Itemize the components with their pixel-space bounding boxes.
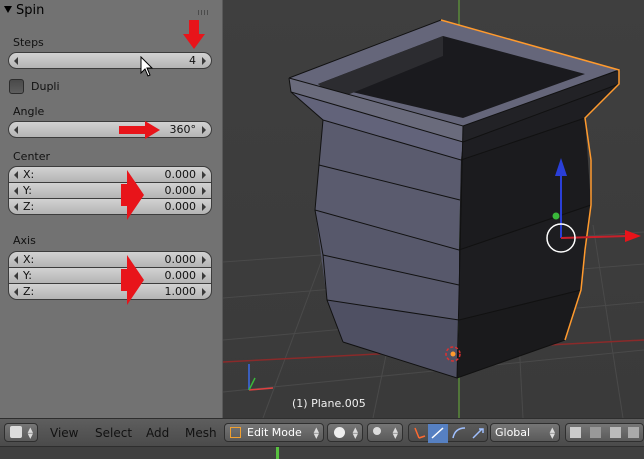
increment-arrow-icon[interactable] bbox=[202, 126, 206, 134]
chevron-updown-icon: ▲ ▼ bbox=[352, 426, 358, 440]
manipulator-buttons[interactable] bbox=[408, 423, 488, 443]
axis-x-field[interactable]: X: 0.000 bbox=[8, 251, 212, 268]
mode-dropdown[interactable]: Edit Mode ▲ ▼ bbox=[224, 423, 324, 442]
decrement-arrow-icon[interactable] bbox=[14, 288, 18, 296]
center-z-value: 0.000 bbox=[164, 200, 197, 213]
center-fields: X: 0.000 Y: 0.000 Z: 0.000 bbox=[8, 166, 212, 215]
panel-header[interactable]: Spin bbox=[4, 3, 44, 21]
center-x-field[interactable]: X: 0.000 bbox=[8, 166, 212, 183]
axis-z-field[interactable]: Z: 1.000 bbox=[8, 283, 212, 300]
angle-label: Angle bbox=[13, 105, 45, 118]
decrement-arrow-icon[interactable] bbox=[14, 126, 18, 134]
increment-arrow-icon[interactable] bbox=[202, 57, 206, 65]
increment-arrow-icon[interactable] bbox=[202, 272, 206, 280]
editor-type-button[interactable]: ▲ ▼ bbox=[4, 423, 38, 442]
increment-arrow-icon[interactable] bbox=[202, 203, 206, 211]
panel-title: Spin bbox=[16, 3, 45, 18]
add-menu[interactable]: Add bbox=[146, 426, 169, 440]
dupli-checkbox[interactable] bbox=[9, 79, 24, 94]
center-label: Center bbox=[13, 150, 51, 163]
annotation-right-arrow-icon bbox=[119, 121, 160, 139]
axis-fields: X: 0.000 Y: 0.000 Z: 1.000 bbox=[8, 251, 212, 300]
select-menu[interactable]: Select bbox=[95, 426, 132, 440]
decrement-arrow-icon[interactable] bbox=[14, 203, 18, 211]
chevron-updown-icon: ▲ ▼ bbox=[392, 426, 398, 440]
edge-select-icon[interactable] bbox=[590, 427, 601, 438]
angle-field[interactable]: 360° bbox=[8, 121, 212, 138]
orientation-label: Global bbox=[495, 426, 531, 439]
dupli-label: Dupli bbox=[31, 80, 60, 93]
increment-arrow-icon[interactable] bbox=[202, 187, 206, 195]
vertex-select-icon[interactable] bbox=[570, 427, 581, 438]
drag-grip-icon[interactable] bbox=[198, 10, 210, 15]
axis-z-value: 1.000 bbox=[164, 285, 197, 298]
mouse-cursor-icon bbox=[140, 56, 154, 77]
orientation-dropdown[interactable]: Global ▲ ▼ bbox=[490, 423, 560, 442]
decrement-arrow-icon[interactable] bbox=[14, 256, 18, 264]
axis-y-label: Y: bbox=[23, 269, 32, 282]
shading-dropdown[interactable]: ▲ ▼ bbox=[327, 423, 363, 442]
current-frame-marker[interactable] bbox=[276, 447, 279, 459]
axis-y-value: 0.000 bbox=[164, 269, 197, 282]
manipulator-icons bbox=[414, 424, 484, 443]
edit-mode-icon bbox=[230, 427, 241, 438]
axis-z-label: Z: bbox=[23, 285, 35, 298]
sphere-icon bbox=[334, 427, 345, 438]
object-label: (1) Plane.005 bbox=[292, 397, 366, 410]
occlude-geometry-icon[interactable] bbox=[628, 427, 639, 438]
axis-y-field[interactable]: Y: 0.000 bbox=[8, 267, 212, 284]
chevron-updown-icon: ▲ ▼ bbox=[549, 426, 555, 440]
chevron-updown-icon: ▲ ▼ bbox=[27, 426, 33, 440]
center-y-label: Y: bbox=[23, 184, 32, 197]
viewport-scene bbox=[223, 0, 644, 418]
axis-x-value: 0.000 bbox=[164, 253, 197, 266]
cube-icon bbox=[10, 426, 22, 438]
axis-x-label: X: bbox=[23, 253, 35, 266]
mesh-menu[interactable]: Mesh bbox=[185, 426, 217, 440]
pivot-icon bbox=[373, 427, 381, 435]
center-y-value: 0.000 bbox=[164, 184, 197, 197]
steps-field[interactable]: 4 bbox=[8, 52, 212, 69]
decrement-arrow-icon[interactable] bbox=[14, 57, 18, 65]
chevron-updown-icon: ▲ ▼ bbox=[313, 426, 319, 440]
center-z-field[interactable]: Z: 0.000 bbox=[8, 198, 212, 215]
angle-value: 360° bbox=[169, 123, 197, 136]
center-y-field[interactable]: Y: 0.000 bbox=[8, 182, 212, 199]
center-z-label: Z: bbox=[23, 200, 35, 213]
annotation-down-arrow-icon bbox=[183, 20, 205, 49]
steps-value: 4 bbox=[189, 54, 196, 67]
viewport-header: ▲ ▼ View Select Add Mesh Edit Mode ▲ ▼ ▲ ▼ … bbox=[0, 418, 644, 446]
increment-arrow-icon[interactable] bbox=[202, 171, 206, 179]
center-x-label: X: bbox=[23, 168, 35, 181]
decrement-arrow-icon[interactable] bbox=[14, 187, 18, 195]
steps-label: Steps bbox=[13, 36, 44, 49]
vase-mesh bbox=[288, 19, 621, 379]
mode-label: Edit Mode bbox=[247, 426, 302, 439]
view-menu[interactable]: View bbox=[50, 426, 78, 440]
increment-arrow-icon[interactable] bbox=[202, 256, 206, 264]
layer-buttons[interactable] bbox=[565, 423, 644, 442]
center-x-value: 0.000 bbox=[164, 168, 197, 181]
timeline-strip[interactable] bbox=[0, 446, 644, 459]
collapse-triangle-icon[interactable] bbox=[4, 6, 12, 13]
operator-panel: Spin Steps 4 Dupli Angle 360° Center X: … bbox=[0, 0, 223, 418]
increment-arrow-icon[interactable] bbox=[202, 288, 206, 296]
decrement-arrow-icon[interactable] bbox=[14, 272, 18, 280]
3d-viewport[interactable]: (1) Plane.005 bbox=[223, 0, 644, 418]
axis-label: Axis bbox=[13, 234, 36, 247]
pivot-dropdown[interactable]: ▲ ▼ bbox=[367, 423, 403, 442]
face-select-icon[interactable] bbox=[610, 427, 621, 438]
annotation-right-arrow-icon bbox=[121, 255, 144, 305]
decrement-arrow-icon[interactable] bbox=[14, 171, 18, 179]
annotation-right-arrow-icon bbox=[121, 170, 144, 220]
